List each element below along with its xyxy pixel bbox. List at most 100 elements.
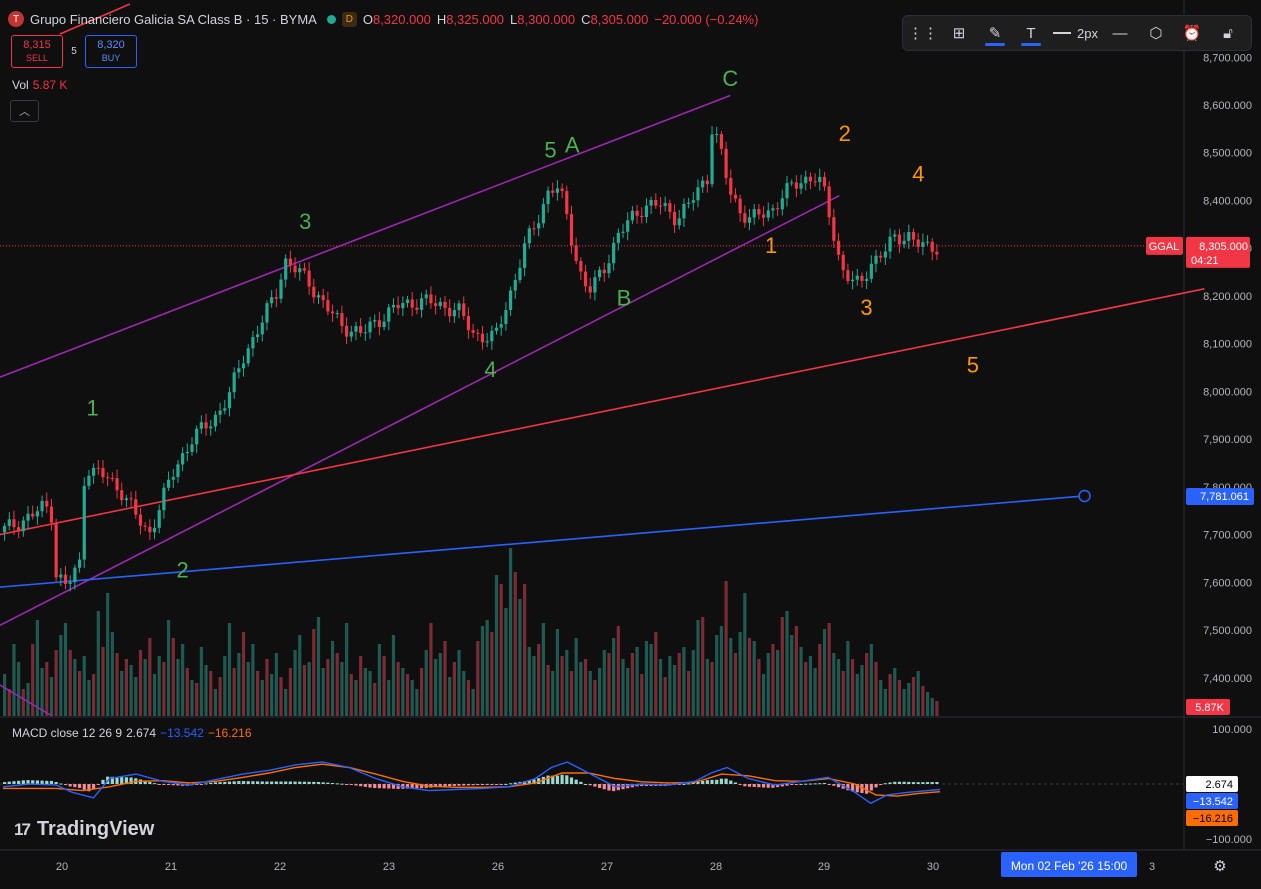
candle-body: [752, 209, 756, 218]
macd-histogram-bar: [373, 784, 377, 789]
wave-label-green[interactable]: B: [617, 285, 632, 310]
candle-body: [401, 303, 405, 309]
candle-body: [893, 234, 897, 237]
volume-bar: [869, 644, 873, 716]
candle-body: [312, 286, 316, 298]
delayed-data-badge[interactable]: D: [341, 11, 357, 27]
candle-body: [251, 337, 255, 349]
volume-bar: [836, 659, 841, 716]
price-chart[interactable]: 12345 ABC12345 8,700.0008,600.0008,500.00…: [0, 0, 1261, 884]
candle-body: [419, 298, 424, 310]
candle-body: [307, 270, 311, 287]
macd-legend[interactable]: MACD close 12 26 9 2.674 −13.542 −16.216: [12, 726, 252, 740]
candle-body: [490, 330, 494, 342]
symbol-title[interactable]: Grupo Financiero Galicia SA Class B · 15…: [30, 12, 317, 27]
candle-body: [162, 487, 166, 511]
wave-label-orange[interactable]: 1: [765, 233, 777, 258]
macd-histogram-bar: [743, 784, 747, 787]
pencil-icon[interactable]: ✎: [981, 19, 1009, 47]
candle-body: [335, 313, 339, 315]
line-width-label: 2px: [1077, 25, 1098, 41]
volume-bar: [302, 665, 307, 716]
macd-histogram-bar: [935, 782, 939, 784]
candle-body: [579, 261, 583, 272]
wave-label-orange[interactable]: 3: [860, 295, 872, 320]
candle-body: [45, 500, 49, 507]
chart-stage[interactable]: 12345ABC12345 8,700.000 8,600.000 8,500.00…: [0, 0, 1261, 884]
candle-body: [279, 279, 283, 299]
volume-bar: [110, 632, 114, 716]
buy-button[interactable]: 8,320 BUY: [85, 35, 137, 68]
tradingview-logo[interactable]: 17 TradingView: [14, 818, 154, 841]
volume-bar: [883, 689, 887, 716]
volume-bar: [190, 680, 194, 716]
wave-label-orange[interactable]: 2: [839, 121, 851, 146]
wave-label-green[interactable]: 2: [176, 558, 188, 583]
volume-bar: [7, 689, 11, 716]
candle-body: [804, 176, 808, 184]
volume-bar: [785, 611, 789, 716]
candle-body: [565, 191, 569, 215]
wave-label-green[interactable]: C: [722, 66, 738, 91]
volume-bar: [640, 674, 644, 716]
candle-body: [635, 210, 639, 216]
macd-histogram-bar: [293, 781, 297, 784]
candle-body: [907, 232, 911, 241]
macd-histogram-bar: [345, 784, 349, 785]
macd-tick-label: −100.000: [1206, 834, 1252, 846]
wave-label-green[interactable]: 5: [544, 138, 556, 163]
wave-label-green[interactable]: A: [565, 133, 580, 158]
macd-histogram-bar: [893, 781, 897, 784]
lock-icon[interactable]: 🔓︎: [1214, 19, 1242, 47]
wave-label-green[interactable]: 1: [87, 395, 99, 420]
candle-body: [471, 330, 475, 333]
macd-histogram-bar: [382, 784, 386, 789]
candle-body: [832, 217, 836, 241]
settings-gear-icon[interactable]: ⚙: [1210, 856, 1230, 876]
candle-body: [227, 392, 232, 409]
volume-bar: [21, 689, 25, 716]
text-icon[interactable]: T: [1017, 19, 1045, 47]
macd-histogram-bar: [237, 781, 241, 784]
sell-button[interactable]: 8,315 SELL: [11, 35, 63, 68]
macd-histogram-bar: [270, 781, 274, 784]
symbol-logo-icon[interactable]: T: [8, 11, 24, 27]
visibility-icon[interactable]: ⬡: [1142, 19, 1170, 47]
candle-body: [785, 183, 789, 199]
wave-label-green[interactable]: 4: [484, 357, 496, 382]
volume-bar: [443, 641, 447, 716]
tradingview-logo-icon: 17: [14, 819, 31, 839]
macd-histogram-bar: [45, 780, 49, 784]
candle-body: [54, 522, 58, 578]
line-anchor-handle[interactable]: [1078, 489, 1091, 503]
line-width-button[interactable]: 2px: [1053, 26, 1098, 41]
template-icon[interactable]: ⊞: [945, 19, 973, 47]
volume-bar: [63, 623, 68, 716]
candle-body: [513, 280, 517, 291]
candle-body: [143, 525, 147, 527]
wave-label-green[interactable]: 3: [299, 209, 311, 234]
line-style-icon[interactable]: —: [1106, 19, 1134, 47]
candle-body: [569, 214, 574, 246]
candle-body: [101, 468, 105, 478]
candle-body: [82, 485, 86, 560]
alert-icon[interactable]: ⏰: [1178, 19, 1206, 47]
volume-bar: [274, 653, 278, 716]
volume-bar: [476, 641, 480, 716]
trade-panel: 8,315 SELL 5 8,320 BUY: [11, 35, 137, 68]
candle-body: [152, 527, 157, 533]
candle-body: [326, 300, 330, 312]
volume-bar: [841, 671, 845, 716]
volume-bar: [893, 668, 897, 716]
wave-label-orange[interactable]: 4: [912, 161, 924, 186]
volume-bar: [377, 644, 381, 716]
price-tick-label: 8,700.000: [1203, 52, 1252, 64]
volume-bar: [232, 668, 236, 716]
volume-legend[interactable]: Vol 5.87 K: [12, 78, 67, 92]
macd-histogram-bar: [3, 782, 7, 784]
drag-handle-icon[interactable]: ⋮⋮: [908, 19, 938, 47]
candle-body: [691, 200, 695, 203]
collapse-legend-button[interactable]: ︿: [10, 100, 39, 122]
wave-label-orange[interactable]: 5: [967, 352, 979, 377]
candle-body: [429, 294, 433, 304]
